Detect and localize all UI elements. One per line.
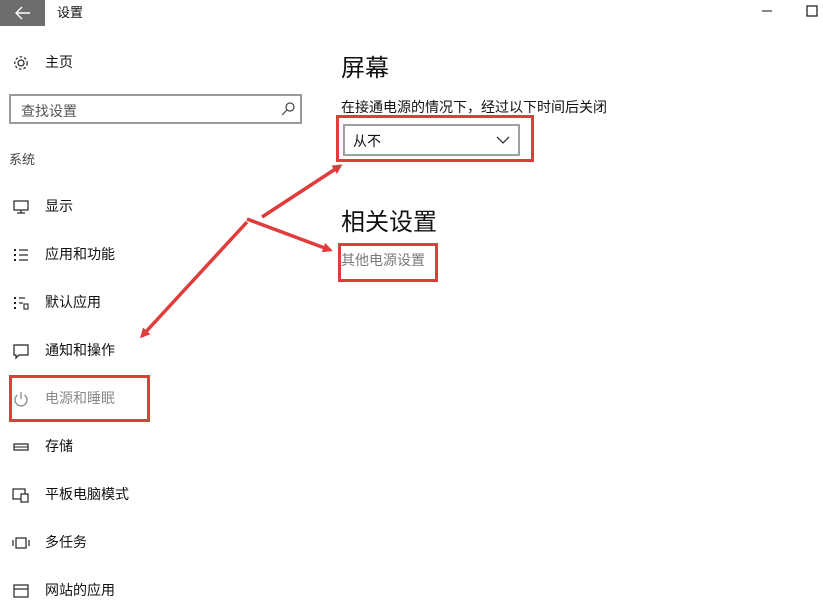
sidebar-item-apps-features[interactable]: 应用和功能 [0,234,300,274]
storage-icon [13,443,29,451]
gear-icon [14,56,28,70]
highlight-box-link [338,243,438,282]
sidebar-home[interactable]: 主页 [0,42,300,82]
screen-heading: 屏幕 [341,54,389,82]
sidebar-item-label: 通知和操作 [45,343,115,359]
sidebar-item-label: 平板电脑模式 [45,487,129,503]
minimize-icon [762,10,772,12]
search-icon [281,102,295,116]
monitor-icon [13,200,29,214]
section-label-system: 系统 [9,153,36,168]
apps-for-websites-icon [13,584,29,598]
sidebar-item-apps-for-websites[interactable]: 网站的应用 [0,570,300,610]
sidebar-item-tablet-mode[interactable]: 平板电脑模式 [0,474,300,514]
sidebar-item-label: 多任务 [45,535,87,551]
sidebar-item-multitasking[interactable]: 多任务 [0,522,300,562]
back-arrow-icon [14,6,30,20]
apps-list-icon [14,249,28,261]
sidebar-item-label: 显示 [45,199,73,215]
related-settings-heading: 相关设置 [341,208,437,236]
window-title: 设置 [57,6,84,21]
highlight-box-dropdown [336,115,534,162]
search-input[interactable]: 查找设置 [9,94,302,124]
sidebar-item-label: 应用和功能 [45,247,115,263]
sidebar-item-notifications[interactable]: 通知和操作 [0,330,300,370]
minimize-button[interactable] [756,2,778,20]
back-button[interactable] [0,0,45,26]
maximize-icon [806,5,818,17]
search-placeholder: 查找设置 [21,104,77,120]
sidebar-home-label: 主页 [45,55,73,71]
maximize-button[interactable] [801,2,823,20]
default-apps-icon [14,297,29,310]
multitasking-icon [12,537,30,549]
sidebar-item-label: 存储 [45,439,73,455]
highlight-box-power-item [9,375,150,422]
sidebar-item-default-apps[interactable]: 默认应用 [0,282,300,322]
tablet-mode-icon [12,488,29,503]
sidebar-item-label: 默认应用 [45,295,101,311]
notification-icon [13,344,29,360]
sidebar-item-storage[interactable]: 存储 [0,426,300,466]
sidebar-item-label: 网站的应用 [45,583,115,599]
screen-description: 在接通电源的情况下，经过以下时间后关闭 [341,100,607,116]
title-bar: 设置 [0,0,823,26]
sidebar-item-display[interactable]: 显示 [0,186,300,226]
